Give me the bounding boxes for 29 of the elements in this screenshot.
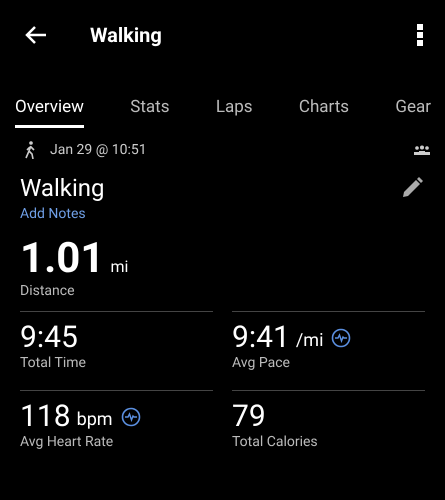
walking-person-icon: [24, 141, 36, 159]
distance-label: Distance: [20, 283, 74, 299]
tab[interactable]: Stats: [130, 70, 170, 128]
stat-unit: bpm: [76, 409, 113, 430]
stat-value: 118: [20, 399, 71, 434]
insight-icon[interactable]: [120, 406, 141, 426]
activity-date: Jan 29 @ 10:51: [50, 142, 148, 158]
distance-unit: mi: [110, 257, 128, 276]
screen-title: Walking: [90, 23, 163, 47]
add-notes-link[interactable]: Add Notes: [20, 206, 86, 222]
insight-icon[interactable]: [331, 328, 352, 348]
stat-label: Avg Heart Rate: [20, 434, 114, 450]
stat-unit: /mi: [296, 330, 324, 351]
tab[interactable]: Overview: [15, 70, 84, 128]
tab[interactable]: Charts: [298, 70, 350, 128]
stat-label: Total Time: [20, 355, 86, 371]
pencil-icon[interactable]: [401, 177, 423, 199]
stat-value: 9:41: [232, 320, 290, 355]
stat-label: Avg Pace: [232, 355, 290, 371]
stat-value: 79: [232, 399, 266, 434]
distance-value: 1.01: [20, 234, 104, 283]
tab[interactable]: Gear: [395, 70, 431, 128]
back-icon[interactable]: [24, 25, 48, 45]
group-icon[interactable]: [414, 145, 430, 155]
tab[interactable]: Laps: [216, 70, 253, 128]
stat-value: 9:45: [20, 320, 78, 355]
activity-name: Walking: [20, 174, 105, 202]
more-icon[interactable]: [417, 24, 423, 46]
stat-label: Total Calories: [232, 434, 318, 450]
